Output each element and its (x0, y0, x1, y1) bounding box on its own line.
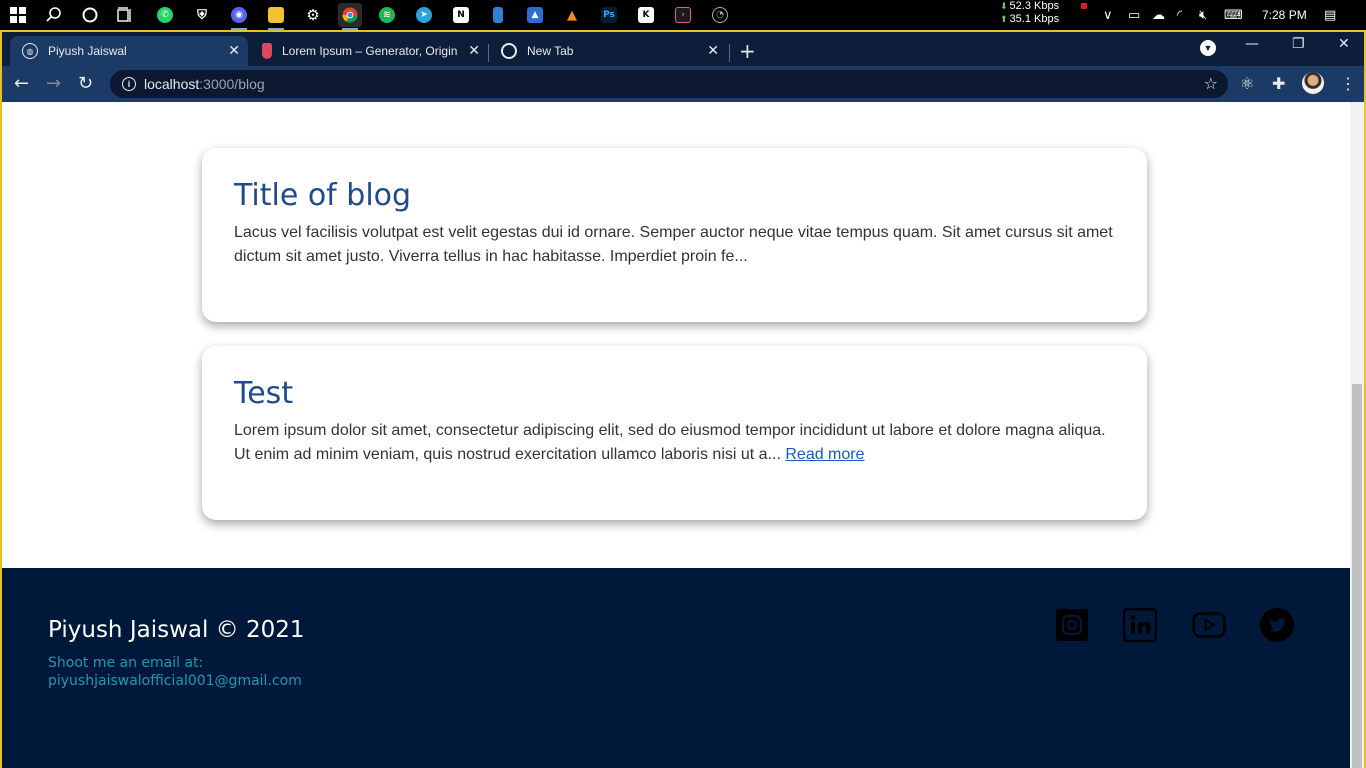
extensions-icon[interactable]: ✚ (1272, 74, 1285, 93)
menu-icon[interactable]: ⋮ (1340, 74, 1356, 93)
forward-button[interactable]: → (46, 73, 61, 94)
keyboard-icon[interactable]: ⌨ (1224, 7, 1243, 23)
blog-excerpt: Lorem ipsum dolor sit amet, consectetur … (234, 422, 1106, 463)
back-button[interactable]: ← (14, 73, 29, 94)
net-down: 52.3 Kbps (1009, 0, 1060, 12)
scrollbar-thumb[interactable] (1352, 384, 1362, 768)
security-icon[interactable]: ⛨ (190, 3, 214, 27)
blog-card[interactable]: Title of blog Lacus vel facilisis volutp… (202, 148, 1147, 322)
youtube-icon[interactable] (1192, 608, 1226, 642)
cortana-icon[interactable] (78, 3, 102, 27)
browser-window: ◍ Piyush Jaiswal ✕ Lorem Ipsum – Generat… (0, 30, 1366, 768)
react-devtools-icon[interactable]: ⚛ (1240, 74, 1254, 93)
battery-icon[interactable]: ▭ (1128, 7, 1140, 23)
browser-toolbar: ← → ↻ i localhost:3000/blog ☆ ⚛ ✚ ⋮ (2, 66, 1364, 102)
whatsapp-icon[interactable]: ✆ (153, 3, 177, 27)
tab-title: Lorem Ipsum – Generator, Origin (282, 44, 458, 58)
tab-title: Piyush Jaiswal (48, 44, 127, 58)
linkedin-icon[interactable] (1123, 608, 1157, 642)
network-speed: ⬇ 52.3 Kbps ⬆ 35.1 Kbps (1000, 0, 1087, 26)
email-label: Shoot me an email at: (48, 655, 204, 671)
spotify-icon[interactable]: ≋ (375, 3, 399, 27)
chrome-icon[interactable] (338, 3, 362, 30)
instagram-icon[interactable] (1055, 608, 1089, 642)
alert-icon (1081, 3, 1087, 9)
tab-title: New Tab (527, 44, 574, 58)
email-link[interactable]: piyushjaiswalofficial001@gmail.com (48, 673, 302, 689)
info-icon[interactable]: i (122, 77, 136, 91)
tab-lorem-ipsum[interactable]: Lorem Ipsum – Generator, Origin ✕ (250, 36, 488, 66)
page-viewport: Title of blog Lacus vel facilisis volutp… (2, 102, 1364, 768)
volume-muted-icon[interactable]: 🔇︎ (1199, 7, 1207, 23)
tab-search-icon[interactable]: ▼ (1200, 40, 1216, 56)
taskbar: ✆ ⛨ ◉ ⚙ ≋ ➤ N ▲ ▲ Ps K › ◔ ⬇ 52.3 Kbps ⬆ 3… (0, 0, 1366, 30)
twitter-icon[interactable] (1260, 608, 1294, 642)
notifications-icon[interactable]: ▤ (1324, 7, 1336, 23)
photos-icon[interactable]: ▲ (523, 3, 547, 27)
close-window-button[interactable]: ✕ (1338, 36, 1350, 52)
footer-copyright: Piyush Jaiswal © 2021 (48, 617, 305, 643)
blog-card[interactable]: Test Lorem ipsum dolor sit amet, consect… (202, 346, 1147, 520)
screen: ✆ ⛨ ◉ ⚙ ≋ ➤ N ▲ ▲ Ps K › ◔ ⬇ 52.3 Kbps ⬆ 3… (0, 0, 1366, 768)
file-explorer-icon[interactable] (264, 3, 288, 30)
chrome-favicon-icon (501, 43, 517, 59)
chevron-up-icon[interactable]: ∨ (1103, 7, 1113, 23)
photoshop-icon[interactable]: Ps (597, 3, 621, 27)
read-more-link[interactable]: Read more (785, 446, 864, 463)
misc-icon[interactable]: ◔ (708, 3, 732, 27)
notion-icon[interactable]: N (449, 3, 473, 27)
close-tab-icon[interactable]: ✕ (228, 43, 240, 59)
telegram-icon[interactable]: ➤ (412, 3, 436, 27)
terminal-icon[interactable]: › (671, 3, 695, 27)
clock[interactable]: 7:28 PM (1262, 8, 1307, 22)
close-tab-icon[interactable]: ✕ (707, 43, 719, 59)
vertical-scrollbar[interactable] (1350, 102, 1364, 768)
net-up: 35.1 Kbps (1009, 13, 1060, 25)
task-view-icon[interactable] (113, 3, 137, 27)
reload-button[interactable]: ↻ (78, 73, 93, 94)
profile-avatar[interactable] (1302, 72, 1324, 94)
discord-icon[interactable]: ◉ (227, 3, 251, 30)
restore-button[interactable]: ❐ (1292, 36, 1305, 52)
blog-title[interactable]: Test (234, 376, 1115, 412)
blog-excerpt: Lacus vel facilisis volutpat est velit e… (234, 224, 1113, 265)
new-tab-button[interactable]: + (739, 39, 756, 63)
blog-excerpt-container: Lorem ipsum dolor sit amet, consectetur … (234, 419, 1115, 467)
url-host: localhost (144, 76, 200, 92)
settings-icon[interactable]: ⚙ (301, 3, 325, 27)
url-path: :3000/blog (199, 76, 265, 92)
site-footer: Piyush Jaiswal © 2021 Shoot me an email … (2, 568, 1350, 768)
tab-piyush-jaiswal[interactable]: ◍ Piyush Jaiswal ✕ (10, 36, 248, 66)
tab-new-tab[interactable]: New Tab ✕ (489, 36, 727, 66)
address-bar[interactable]: i localhost:3000/blog ☆ (110, 70, 1228, 98)
tab-strip: ◍ Piyush Jaiswal ✕ Lorem Ipsum – Generat… (2, 32, 1364, 66)
lorem-favicon-icon (262, 43, 272, 59)
globe-icon: ◍ (22, 43, 38, 59)
minimize-button[interactable]: — (1245, 36, 1259, 52)
wifi-icon[interactable]: ◜ (1177, 7, 1182, 23)
start-icon[interactable] (6, 3, 30, 27)
vlc-icon[interactable]: ▲ (560, 3, 584, 27)
blog-title[interactable]: Title of blog (234, 178, 1115, 214)
bookmark-star-icon[interactable]: ☆ (1204, 74, 1218, 93)
cloud-icon[interactable]: ☁ (1152, 7, 1165, 23)
close-tab-icon[interactable]: ✕ (468, 43, 480, 59)
search-icon[interactable] (42, 3, 66, 27)
document-icon[interactable] (486, 3, 510, 27)
ide-icon[interactable]: K (634, 3, 658, 27)
